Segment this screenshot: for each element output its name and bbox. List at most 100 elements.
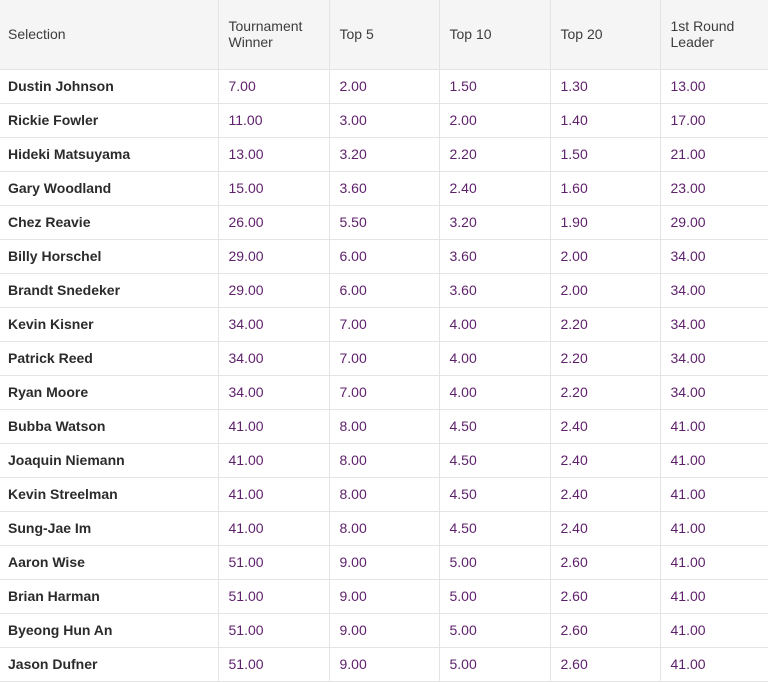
odds-top-5[interactable]: 7.00 <box>328 341 439 376</box>
selection-name: Joaquin Niemann <box>0 443 218 478</box>
odds-top-5[interactable]: 9.00 <box>328 647 439 682</box>
odds-first-round-leader[interactable]: 41.00 <box>659 511 768 546</box>
odds-top-5[interactable]: 7.00 <box>328 307 439 342</box>
odds-top-20[interactable]: 2.20 <box>549 341 660 376</box>
odds-top-20[interactable]: 2.40 <box>549 409 660 444</box>
odds-top-5[interactable]: 9.00 <box>328 579 439 614</box>
odds-top-20[interactable]: 2.40 <box>549 477 660 512</box>
odds-tournament-winner[interactable]: 7.00 <box>217 69 329 104</box>
odds-first-round-leader[interactable]: 34.00 <box>659 239 768 274</box>
table-row: Kevin Streelman 41.00 8.00 4.50 2.40 41.00 <box>0 477 768 512</box>
odds-top-10[interactable]: 4.00 <box>438 375 550 410</box>
odds-tournament-winner[interactable]: 13.00 <box>217 137 329 172</box>
odds-top-20[interactable]: 1.60 <box>549 171 660 206</box>
odds-tournament-winner[interactable]: 29.00 <box>217 273 329 308</box>
odds-top-10[interactable]: 5.00 <box>438 647 550 682</box>
odds-top-20[interactable]: 2.20 <box>549 307 660 342</box>
odds-top-20[interactable]: 2.60 <box>549 579 660 614</box>
odds-top-5[interactable]: 8.00 <box>328 409 439 444</box>
table-row: Dustin Johnson 7.00 2.00 1.50 1.30 13.00 <box>0 69 768 104</box>
odds-first-round-leader[interactable]: 41.00 <box>659 579 768 614</box>
odds-top-20[interactable]: 2.00 <box>549 239 660 274</box>
odds-top-10[interactable]: 4.00 <box>438 307 550 342</box>
odds-first-round-leader[interactable]: 34.00 <box>659 341 768 376</box>
odds-top-20[interactable]: 2.00 <box>549 273 660 308</box>
odds-top-5[interactable]: 6.00 <box>328 273 439 308</box>
odds-top-5[interactable]: 3.00 <box>328 103 439 138</box>
odds-top-5[interactable]: 5.50 <box>328 205 439 240</box>
odds-top-5[interactable]: 3.20 <box>328 137 439 172</box>
odds-top-5[interactable]: 9.00 <box>328 613 439 648</box>
odds-first-round-leader[interactable]: 34.00 <box>659 307 768 342</box>
odds-top-20[interactable]: 2.60 <box>549 647 660 682</box>
odds-tournament-winner[interactable]: 15.00 <box>217 171 329 206</box>
odds-first-round-leader[interactable]: 41.00 <box>659 409 768 444</box>
odds-tournament-winner[interactable]: 41.00 <box>217 443 329 478</box>
odds-top-20[interactable]: 1.30 <box>549 69 660 104</box>
odds-first-round-leader[interactable]: 13.00 <box>659 69 768 104</box>
odds-top-20[interactable]: 1.40 <box>549 103 660 138</box>
odds-top-10[interactable]: 2.40 <box>438 171 550 206</box>
odds-top-10[interactable]: 5.00 <box>438 613 550 648</box>
odds-top-5[interactable]: 9.00 <box>328 545 439 580</box>
selection-name: Dustin Johnson <box>0 69 218 104</box>
table-row: Rickie Fowler 11.00 3.00 2.00 1.40 17.00 <box>0 103 768 138</box>
odds-tournament-winner[interactable]: 51.00 <box>217 613 329 648</box>
odds-top-5[interactable]: 7.00 <box>328 375 439 410</box>
odds-tournament-winner[interactable]: 29.00 <box>217 239 329 274</box>
odds-top-10[interactable]: 3.60 <box>438 239 550 274</box>
selection-name: Kevin Streelman <box>0 477 218 512</box>
odds-first-round-leader[interactable]: 29.00 <box>659 205 768 240</box>
odds-top-10[interactable]: 4.00 <box>438 341 550 376</box>
odds-tournament-winner[interactable]: 34.00 <box>217 375 329 410</box>
odds-tournament-winner[interactable]: 26.00 <box>217 205 329 240</box>
selection-name: Byeong Hun An <box>0 613 218 648</box>
selection-name: Jason Dufner <box>0 647 218 682</box>
odds-tournament-winner[interactable]: 41.00 <box>217 477 329 512</box>
odds-top-20[interactable]: 2.20 <box>549 375 660 410</box>
odds-tournament-winner[interactable]: 41.00 <box>217 409 329 444</box>
odds-first-round-leader[interactable]: 23.00 <box>659 171 768 206</box>
odds-tournament-winner[interactable]: 34.00 <box>217 307 329 342</box>
odds-first-round-leader[interactable]: 41.00 <box>659 477 768 512</box>
odds-top-10[interactable]: 4.50 <box>438 477 550 512</box>
odds-first-round-leader[interactable]: 41.00 <box>659 647 768 682</box>
odds-first-round-leader[interactable]: 34.00 <box>659 273 768 308</box>
odds-top-20[interactable]: 1.50 <box>549 137 660 172</box>
odds-first-round-leader[interactable]: 17.00 <box>659 103 768 138</box>
odds-tournament-winner[interactable]: 11.00 <box>217 103 329 138</box>
odds-tournament-winner[interactable]: 51.00 <box>217 579 329 614</box>
odds-first-round-leader[interactable]: 41.00 <box>659 443 768 478</box>
odds-top-10[interactable]: 1.50 <box>438 69 550 104</box>
odds-top-5[interactable]: 6.00 <box>328 239 439 274</box>
odds-top-20[interactable]: 2.40 <box>549 511 660 546</box>
odds-tournament-winner[interactable]: 34.00 <box>217 341 329 376</box>
odds-top-5[interactable]: 8.00 <box>328 477 439 512</box>
odds-top-5[interactable]: 2.00 <box>328 69 439 104</box>
header-top-10: Top 10 <box>438 0 550 70</box>
odds-tournament-winner[interactable]: 41.00 <box>217 511 329 546</box>
odds-top-10[interactable]: 2.00 <box>438 103 550 138</box>
odds-top-5[interactable]: 8.00 <box>328 443 439 478</box>
odds-top-10[interactable]: 4.50 <box>438 443 550 478</box>
odds-top-10[interactable]: 3.20 <box>438 205 550 240</box>
odds-top-5[interactable]: 3.60 <box>328 171 439 206</box>
selection-name: Gary Woodland <box>0 171 218 206</box>
odds-top-10[interactable]: 5.00 <box>438 579 550 614</box>
odds-first-round-leader[interactable]: 41.00 <box>659 613 768 648</box>
odds-top-20[interactable]: 2.40 <box>549 443 660 478</box>
odds-top-10[interactable]: 4.50 <box>438 409 550 444</box>
odds-top-10[interactable]: 3.60 <box>438 273 550 308</box>
odds-top-10[interactable]: 4.50 <box>438 511 550 546</box>
odds-top-10[interactable]: 5.00 <box>438 545 550 580</box>
odds-top-10[interactable]: 2.20 <box>438 137 550 172</box>
odds-tournament-winner[interactable]: 51.00 <box>217 545 329 580</box>
odds-top-20[interactable]: 1.90 <box>549 205 660 240</box>
odds-tournament-winner[interactable]: 51.00 <box>217 647 329 682</box>
odds-first-round-leader[interactable]: 21.00 <box>659 137 768 172</box>
odds-top-20[interactable]: 2.60 <box>549 545 660 580</box>
odds-top-5[interactable]: 8.00 <box>328 511 439 546</box>
odds-top-20[interactable]: 2.60 <box>549 613 660 648</box>
odds-first-round-leader[interactable]: 41.00 <box>659 545 768 580</box>
odds-first-round-leader[interactable]: 34.00 <box>659 375 768 410</box>
